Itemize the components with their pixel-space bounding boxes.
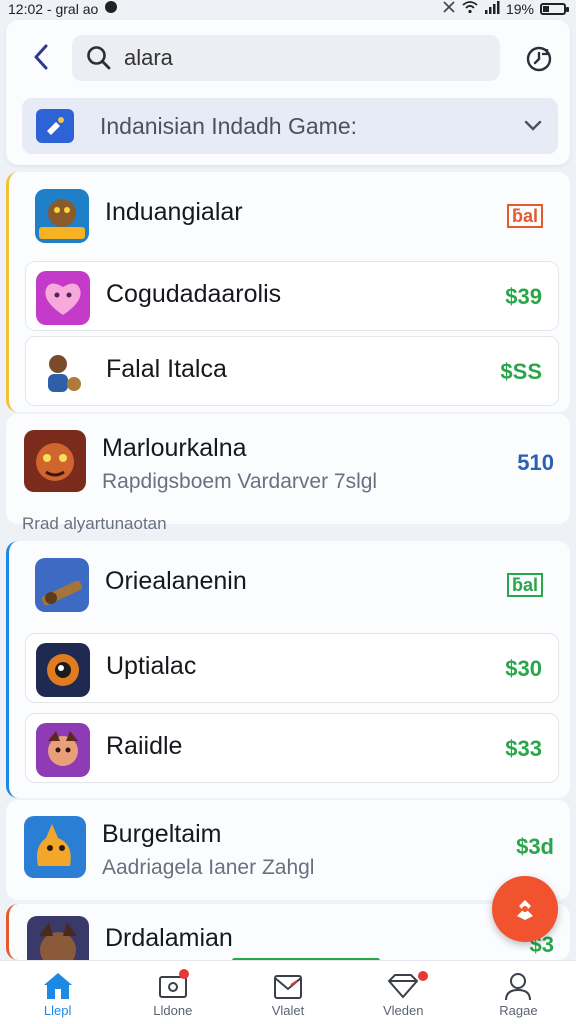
price-label: 510 bbox=[517, 450, 554, 475]
app-icon bbox=[35, 189, 89, 243]
search-input[interactable] bbox=[124, 45, 484, 71]
fab-button[interactable] bbox=[492, 876, 558, 942]
app-icon bbox=[24, 430, 86, 492]
app-card-1[interactable]: Marlourkalna Rapdigsboem Vardarver 7slgl… bbox=[6, 414, 570, 524]
notification-icon bbox=[104, 0, 118, 17]
nav-item-gift[interactable]: Vleden bbox=[346, 961, 461, 1024]
status-time: 12:02 - gral ao bbox=[8, 0, 99, 17]
price-label: $39 bbox=[505, 284, 542, 309]
app-subtitle: Aadriagela Ianer Zahgl bbox=[102, 856, 315, 879]
nav-item-home[interactable]: Llepl bbox=[0, 961, 115, 1024]
battery-percent: 19% bbox=[505, 0, 534, 17]
back-button[interactable] bbox=[26, 42, 56, 72]
price-label: $30 bbox=[505, 656, 542, 681]
app-name: Oriealanenin bbox=[105, 567, 247, 595]
app-icon bbox=[36, 271, 90, 325]
app-icon bbox=[24, 816, 86, 878]
price-label: $33 bbox=[505, 736, 542, 761]
wifi-icon bbox=[462, 0, 478, 17]
search-icon bbox=[87, 46, 111, 70]
nav-item-mail[interactable]: Vlalet bbox=[230, 961, 345, 1024]
nav-label: Llepl bbox=[43, 1003, 72, 1018]
nav-label: Vleden bbox=[382, 1003, 424, 1018]
nav-item-profile[interactable]: Ragae bbox=[461, 961, 576, 1024]
list-item[interactable]: Oriealanenin ƃal bbox=[25, 549, 559, 619]
app-name: Uptialac bbox=[106, 652, 197, 680]
list-item[interactable]: Uptialac $30 bbox=[25, 633, 559, 703]
price-badge: ƃal bbox=[506, 202, 543, 228]
category-dropdown[interactable]: Indanisian Indadh Game: bbox=[22, 98, 558, 154]
bottom-nav: Llepl Lldone Vlalet Vleden Ragae bbox=[0, 960, 576, 1024]
home-icon bbox=[43, 973, 72, 999]
app-card-2[interactable]: Burgeltaim Aadriagela Ianer Zahgl $3d bbox=[6, 800, 570, 900]
nav-label: Vlalet bbox=[271, 1003, 305, 1018]
app-name: Marlourkalna bbox=[102, 434, 247, 462]
app-card-3[interactable]: Drdalamian $3 bbox=[6, 904, 570, 960]
nav-label: Ragae bbox=[499, 1003, 538, 1018]
status-left: 12:02 - gral ao bbox=[8, 0, 118, 17]
app-icon bbox=[36, 643, 90, 697]
history-icon bbox=[526, 46, 552, 72]
category-icon bbox=[36, 109, 74, 143]
list-item[interactable]: Falal Italca $SS bbox=[25, 336, 559, 406]
app-name: Falal Italca bbox=[106, 355, 227, 383]
category-label: Indanisian Indadh Game: bbox=[100, 112, 358, 139]
price-badge: ƃal bbox=[506, 571, 543, 597]
search-bar[interactable] bbox=[72, 35, 500, 81]
battery-icon bbox=[540, 2, 569, 15]
section-label: Rrad alyartunaotan bbox=[22, 514, 167, 533]
app-icon bbox=[36, 346, 90, 400]
mute-icon bbox=[442, 0, 456, 17]
fab-icon bbox=[517, 900, 533, 920]
mail-icon bbox=[274, 975, 302, 999]
list-item[interactable]: Induangialar ƃal bbox=[25, 180, 559, 250]
app-icon bbox=[27, 916, 89, 960]
app-name: Cogudadaarolis bbox=[106, 280, 282, 308]
gift-icon bbox=[387, 974, 419, 999]
app-name: Induangialar bbox=[105, 198, 243, 226]
price-label: $SS bbox=[500, 359, 542, 384]
search-header: Indanisian Indadh Game: bbox=[6, 20, 570, 165]
list-item[interactable]: Cogudadaarolis $39 bbox=[25, 261, 559, 331]
app-name: Raiidle bbox=[106, 732, 183, 760]
app-group-2: Oriealanenin ƃal Uptialac $30 Raiidle $3… bbox=[6, 541, 570, 798]
app-group-1: Induangialar ƃal Cogudadaarolis $39 Fala… bbox=[6, 172, 570, 412]
app-name: Drdalamian bbox=[105, 924, 233, 952]
status-right: 19% bbox=[442, 0, 569, 17]
nav-label: Lldone bbox=[153, 1003, 193, 1018]
signal-icon bbox=[484, 0, 500, 17]
status-bar: 12:02 - gral ao 19% bbox=[0, 0, 576, 18]
notification-dot bbox=[417, 971, 428, 981]
app-name: Burgeltaim bbox=[102, 820, 222, 848]
price-label: $3d bbox=[516, 834, 554, 859]
app-subtitle: Rapdigsboem Vardarver 7slgl bbox=[102, 470, 378, 493]
back-arrow-icon bbox=[34, 44, 48, 70]
profile-icon bbox=[505, 973, 532, 1001]
chevron-down-icon bbox=[524, 120, 542, 131]
nav-item-inbox[interactable]: Lldone bbox=[115, 961, 230, 1024]
app-icon bbox=[36, 723, 90, 777]
app-icon bbox=[35, 558, 89, 612]
history-button[interactable] bbox=[522, 42, 556, 76]
list-item[interactable]: Raiidle $33 bbox=[25, 713, 559, 783]
